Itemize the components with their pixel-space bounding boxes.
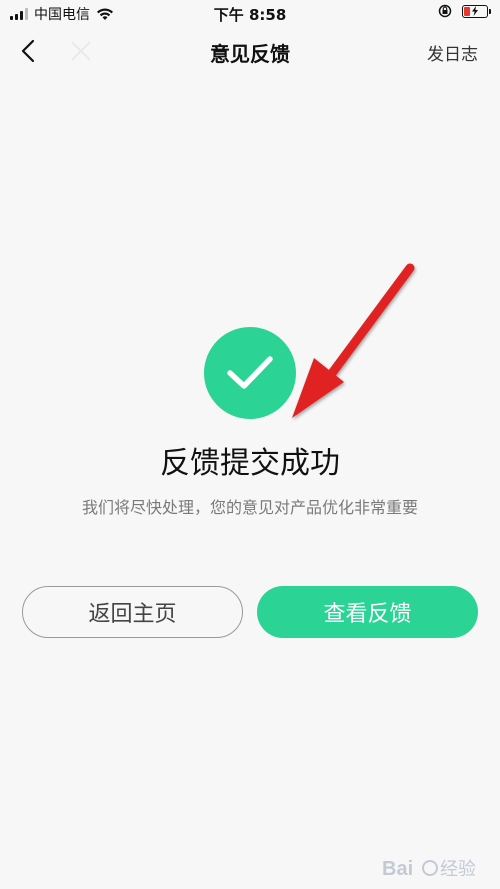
- watermark-logo-icon: Bai 经验: [382, 858, 476, 880]
- page-title: 意见反馈: [210, 42, 290, 66]
- return-home-button[interactable]: 返回主页: [22, 586, 243, 638]
- annotation-arrow-icon: [292, 263, 415, 418]
- svg-text:Bai: Bai: [382, 858, 413, 880]
- success-description: 我们将尽快处理，您的意见对产品优化非常重要: [81, 498, 418, 517]
- status-bar: 中国电信 下午 8:58: [0, 0, 500, 26]
- navigation-bar: 意见反馈 发日志: [0, 26, 500, 76]
- svg-text:经验: 经验: [440, 859, 476, 880]
- feedback-success-screen: 中国电信 下午 8:58 意见反馈 发日志 反馈提交成功 我们将尽快处理，您的意…: [0, 0, 500, 889]
- checkmark-icon: [227, 356, 273, 389]
- battery-icon: [462, 4, 491, 18]
- status-right: [438, 4, 491, 18]
- status-time: 下午 8:58: [213, 6, 287, 24]
- view-feedback-button[interactable]: 查看反馈: [257, 586, 478, 638]
- success-title: 反馈提交成功: [160, 446, 340, 481]
- send-log-button[interactable]: 发日志: [427, 40, 478, 65]
- rotation-lock-icon: [438, 4, 452, 18]
